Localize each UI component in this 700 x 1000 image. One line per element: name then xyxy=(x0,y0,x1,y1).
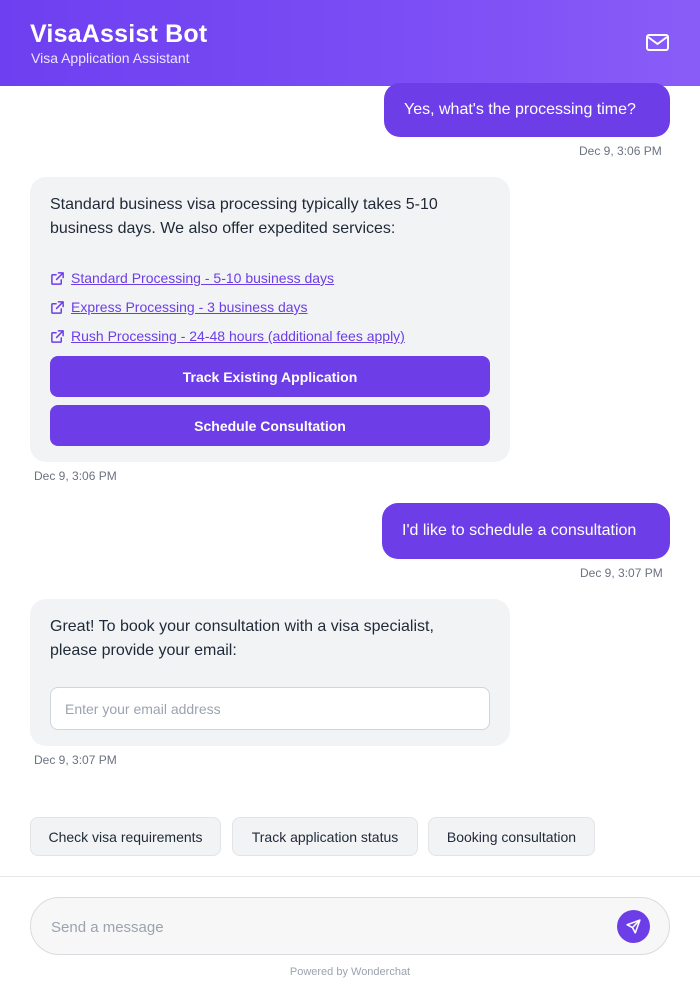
message-timestamp: Dec 9, 3:07 PM xyxy=(34,753,117,767)
link-rush-processing[interactable]: Rush Processing - 24-48 hours (additiona… xyxy=(50,324,405,348)
external-link-icon xyxy=(51,329,64,343)
message-timestamp: Dec 9, 3:06 PM xyxy=(579,144,662,158)
bot-title: VisaAssist Bot xyxy=(30,20,208,48)
bot-message: Great! To book your consultation with a … xyxy=(30,599,510,746)
link-label: Standard Processing - 5-10 business days xyxy=(71,270,335,286)
user-message-text: Yes, what's the processing time? xyxy=(404,101,636,118)
mail-icon[interactable] xyxy=(645,32,671,54)
quick-reply-check-visa-requirements[interactable]: Check visa requirements xyxy=(30,817,221,856)
message-timestamp: Dec 9, 3:06 PM xyxy=(34,469,117,483)
link-standard-processing[interactable]: Standard Processing - 5-10 business days xyxy=(50,266,334,290)
quick-reply-track-application-status[interactable]: Track application status xyxy=(232,817,418,856)
bot-subtitle: Visa Application Assistant xyxy=(31,50,190,66)
track-existing-application-button[interactable]: Track Existing Application xyxy=(50,356,490,397)
link-label: Rush Processing - 24-48 hours (additiona… xyxy=(71,328,405,344)
user-message: I'd like to schedule a consultation xyxy=(382,503,670,559)
user-message-text: I'd like to schedule a consultation xyxy=(402,522,637,539)
link-label: Express Processing - 3 business days xyxy=(71,299,308,315)
external-link-icon xyxy=(51,271,64,285)
user-message: Yes, what's the processing time? xyxy=(384,83,670,137)
link-express-processing[interactable]: Express Processing - 3 business days xyxy=(50,295,308,319)
send-icon xyxy=(626,919,641,934)
message-input[interactable] xyxy=(51,916,591,938)
divider xyxy=(0,876,700,877)
send-button[interactable] xyxy=(617,910,650,943)
quick-reply-booking-consultation[interactable]: Booking consultation xyxy=(428,817,595,856)
bot-message-text: Standard business visa processing typica… xyxy=(50,196,438,237)
message-timestamp: Dec 9, 3:07 PM xyxy=(580,566,663,580)
external-link-icon xyxy=(51,300,64,314)
email-field[interactable] xyxy=(50,687,490,730)
message-composer xyxy=(30,897,670,955)
bot-message: Standard business visa processing typica… xyxy=(30,177,510,462)
powered-by: Powered by Wonderchat xyxy=(289,966,411,978)
chat-header: VisaAssist Bot Visa Application Assistan… xyxy=(0,0,700,86)
schedule-consultation-button[interactable]: Schedule Consultation xyxy=(50,405,490,446)
bot-message-text: Great! To book your consultation with a … xyxy=(50,618,434,659)
